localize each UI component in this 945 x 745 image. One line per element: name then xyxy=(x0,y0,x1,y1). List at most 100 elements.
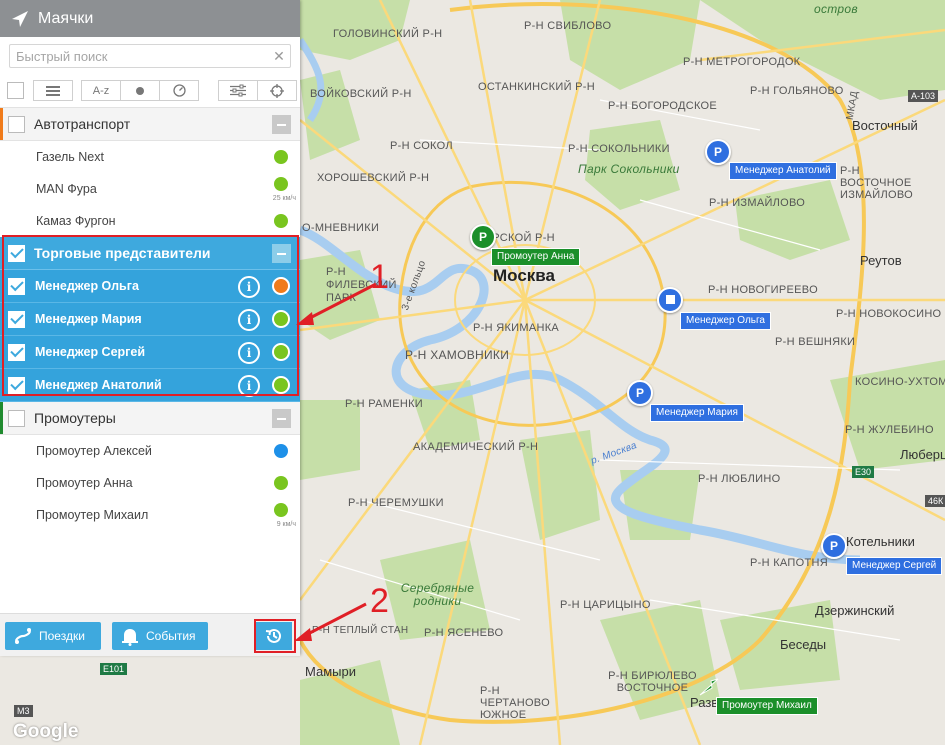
list-item[interactable]: Промоутер Михаил 9 км/ч xyxy=(0,499,300,531)
map-label-sviblovo: Р-Н СВИБЛОВО xyxy=(524,20,612,32)
clear-icon[interactable]: ✕ xyxy=(268,48,290,65)
map-label-moscow: Москва xyxy=(493,266,555,285)
trips-label: Поездки xyxy=(39,629,85,643)
map-label-serebryanye: Серебряные родники xyxy=(400,581,475,608)
settings-button[interactable] xyxy=(219,81,258,100)
collapse-button[interactable] xyxy=(272,115,291,134)
map-label-ostrov: остров xyxy=(814,2,858,16)
status-dot xyxy=(274,214,288,228)
map-label-sokolniki: Р-Н СОКОЛЬНИКИ xyxy=(568,143,670,155)
route-icon xyxy=(15,628,31,644)
speed-filter-button[interactable] xyxy=(160,81,198,100)
map-label-sokol: Р-Н СОКОЛ xyxy=(390,140,453,152)
group-label: Промоутеры xyxy=(34,410,116,426)
annotation-arrow-icon xyxy=(296,282,377,325)
sort-alpha-button[interactable]: A-z xyxy=(82,81,121,100)
speed-label: 25 км/ч xyxy=(272,195,296,202)
map-label-izmaylovo: Р-Н ИЗМАЙЛОВО xyxy=(709,197,806,209)
group-checkbox[interactable] xyxy=(8,115,25,133)
marker-anatoliy[interactable]: P xyxy=(705,139,731,165)
map-label-kosino: КОСИНО-УХТОМСКИЙ xyxy=(855,376,945,388)
list-item[interactable]: Промоутер Анна xyxy=(0,467,300,499)
map-label-chertanovo: Р-Н ЧЕРТАНОВО ЮЖНОЕ xyxy=(480,685,550,721)
map-label-ostankinsky: ОСТАНКИНСКИЙ Р-Н xyxy=(478,81,595,93)
marker-anna[interactable]: P xyxy=(470,224,496,250)
marker-sergey[interactable]: P xyxy=(821,533,847,559)
map-label-reutov: Реутов xyxy=(860,253,902,268)
item-label: Газель Next xyxy=(36,150,104,164)
sliders-icon xyxy=(230,84,246,97)
trips-button[interactable]: Поездки xyxy=(5,622,101,650)
select-all-checkbox[interactable] xyxy=(7,82,24,99)
crosshair-icon xyxy=(270,83,284,98)
collapse-button[interactable] xyxy=(272,409,291,428)
map-label-khamovniki: Р-Н ХАМОВНИКИ xyxy=(405,348,510,362)
map-label-biryulevo: Р-Н БИРЮЛЕВО ВОСТОЧНОЕ xyxy=(608,670,697,694)
status-dot xyxy=(274,177,288,191)
map-label-cheremushki: Р-Н ЧЕРЕМУШКИ xyxy=(348,497,444,509)
list-item[interactable]: Газель Next xyxy=(0,141,300,173)
list-view-button[interactable] xyxy=(34,81,72,100)
item-label: MAN Фура xyxy=(36,182,97,196)
map-label-kotelniki: Котельники xyxy=(846,534,915,549)
quick-search: ✕ xyxy=(9,44,291,68)
tag-anatoliy[interactable]: Менеджер Анатолий xyxy=(729,162,837,180)
tag-mikhail[interactable]: Промоутер Михаил xyxy=(716,697,818,715)
search-input[interactable] xyxy=(10,47,268,65)
status-dot xyxy=(274,150,288,164)
marker-olga[interactable] xyxy=(657,287,683,313)
map-label-bogorodskoe: Р-Н БОГОРОДСКОЕ xyxy=(608,100,718,112)
group-promoters[interactable]: Промоутеры xyxy=(0,402,300,435)
map-label-ramenki: Р-Н РАМЕНКИ xyxy=(345,398,423,410)
road-shield-m3: М3 xyxy=(14,705,33,717)
group-label: Автотранспорт xyxy=(34,116,131,132)
status-dot xyxy=(274,444,288,458)
item-label: Промоутер Михаил xyxy=(36,508,149,522)
list-item[interactable]: Камаз Фургон xyxy=(0,205,300,237)
navigation-arrow-icon xyxy=(12,10,28,27)
list-item[interactable]: Промоутер Алексей xyxy=(0,435,300,467)
group-stripe xyxy=(0,108,3,140)
arrow-icon[interactable] xyxy=(698,675,720,697)
map-label-zhulebino: Р-Н ЖУЛЕБИНО xyxy=(845,424,934,436)
list-item[interactable]: MAN Фура 25 км/ч xyxy=(0,173,300,205)
map-label-golyanovo: Р-Н ГОЛЬЯНОВО xyxy=(750,85,844,97)
group-vehicles[interactable]: Автотранспорт xyxy=(0,108,300,141)
map-label-veshnyaki: Р-Н ВЕШНЯКИ xyxy=(775,336,856,348)
map-label-metrogorodok: Р-Н МЕТРОГОРОДОК xyxy=(683,56,801,68)
tag-olga[interactable]: Менеджер Ольга xyxy=(680,312,771,330)
map-label-mnevniki: О-МНЕВНИКИ xyxy=(302,222,380,234)
status-dot xyxy=(274,476,288,490)
map-label-vost-izmaylovo: Р-Н ВОСТОЧНОЕ ИЗМАЙЛОВО xyxy=(840,165,913,201)
speed-label: 9 км/ч xyxy=(276,521,296,528)
highlight-box-sales-reps xyxy=(2,235,299,396)
list-icon xyxy=(46,85,60,96)
map-label-besedy: Беседы xyxy=(780,637,827,652)
road-shield-a103: А-103 xyxy=(908,90,939,102)
stop-icon xyxy=(665,295,675,304)
tag-maria[interactable]: Менеджер Мария xyxy=(650,404,744,422)
status-filter-button[interactable] xyxy=(121,81,160,100)
annotation-label-1: 1 xyxy=(370,258,389,296)
item-label: Промоутер Анна xyxy=(36,476,133,490)
map-label-novokosino: Р-Н НОВОКОСИНО xyxy=(836,308,942,320)
events-button[interactable]: События xyxy=(112,622,208,650)
map-label-kapotnya: Р-Н КАПОТНЯ xyxy=(750,557,828,569)
panel-title: Маячки xyxy=(38,9,94,27)
panel-header: Маячки xyxy=(0,0,300,37)
map-label-voykovsky: ВОЙКОВСКИЙ Р-Н xyxy=(310,88,412,100)
map-label-mamyri: Мамыри xyxy=(305,664,356,679)
map-label-vostochny: Восточный xyxy=(852,118,918,133)
map-label-novogireevo: Р-Н НОВОГИРЕЕВО xyxy=(708,284,818,296)
map-label-akademichesky: АКАДЕМИЧЕСКИЙ Р-Н xyxy=(413,441,539,453)
group-checkbox[interactable] xyxy=(8,409,25,427)
map-label-tsaritsyno: Р-Н ЦАРИЦЫНО xyxy=(560,599,651,611)
tag-anna[interactable]: Промоутер Анна xyxy=(491,248,581,266)
road-shield-e101: E101 xyxy=(100,663,128,675)
marker-maria[interactable]: P xyxy=(627,380,653,406)
map-label-khoroshevsky: ХОРОШЕВСКИЙ Р-Н xyxy=(317,172,430,184)
status-dot xyxy=(274,503,288,517)
tag-sergey[interactable]: Менеджер Сергей xyxy=(846,557,943,575)
google-logo: Google xyxy=(13,721,79,742)
locate-button[interactable] xyxy=(258,81,296,100)
